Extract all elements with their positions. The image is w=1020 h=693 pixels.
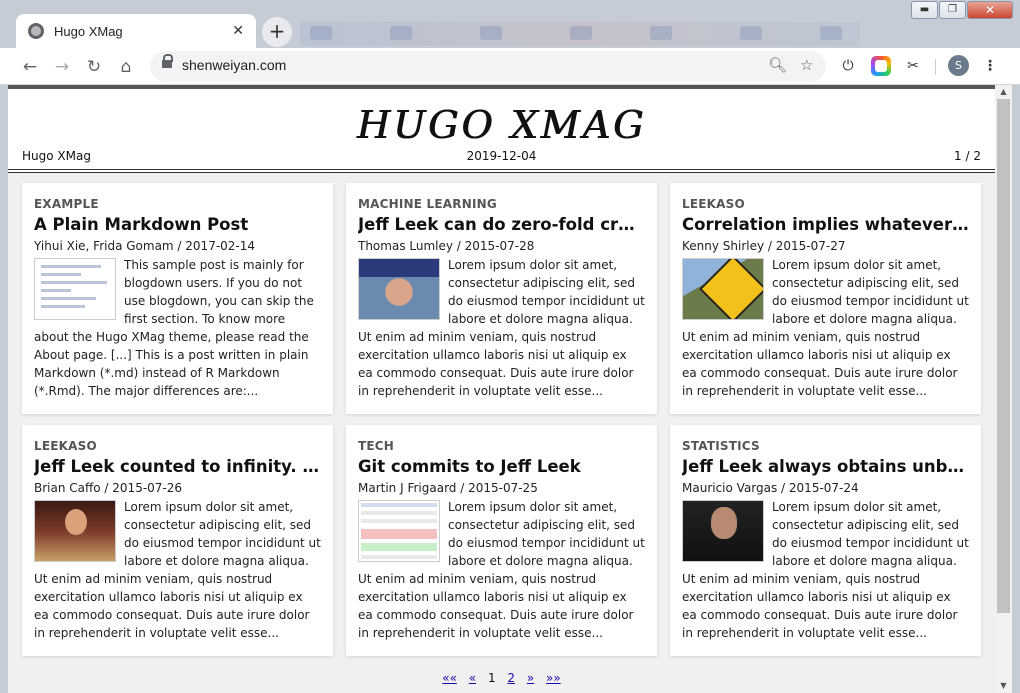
forward-icon[interactable]: → — [49, 54, 75, 80]
browser-toolbar: ← → ↻ ⌂ shenweiyan.com 🔍︎ ☆ ⏻ ✂ S ⋮ — [0, 48, 1020, 85]
extension-icon[interactable] — [871, 56, 891, 76]
site-date: 2019-12-04 — [466, 149, 537, 163]
post-thumbnail[interactable] — [34, 500, 116, 562]
post-byline: Thomas Lumley / 2015-07-28 — [358, 239, 535, 253]
power-icon[interactable]: ⏻ — [838, 56, 858, 76]
post-card: LEEKASO Correlation implies whatever Jef… — [670, 183, 981, 414]
post-card: STATISTICS Jeff Leek always obtains unbi… — [670, 425, 981, 656]
scissors-icon[interactable]: ✂ — [903, 56, 923, 76]
window-frame-left — [0, 85, 8, 693]
menu-icon[interactable]: ⋮ — [980, 56, 1000, 76]
avatar[interactable]: S — [948, 55, 969, 76]
post-category[interactable]: STATISTICS — [682, 439, 969, 453]
first-page-link[interactable]: «« — [442, 671, 457, 685]
browser-titlebar: Hugo XMag ✕ + ▬ ❐ ✕ — [0, 0, 1020, 48]
post-byline: Yihui Xie, Frida Gomam / 2017-02-14 — [34, 239, 256, 253]
site-logo[interactable]: HUGO XMAG — [8, 103, 995, 147]
post-title[interactable]: A Plain Markdown Post — [34, 215, 321, 234]
post-thumbnail[interactable] — [682, 258, 764, 320]
zoom-icon[interactable]: 🔍︎ — [768, 56, 787, 74]
post-title[interactable]: Jeff Leek counted to infinity. Twice. — [34, 457, 321, 476]
post-byline: Martin J Frigaard / 2015-07-25 — [358, 481, 538, 495]
globe-icon — [28, 23, 44, 39]
url-text[interactable]: shenweiyan.com — [182, 57, 286, 73]
post-byline: Brian Caffo / 2015-07-26 — [34, 481, 183, 495]
post-card: TECH Git commits to Jeff Leek Martin J F… — [346, 425, 657, 656]
address-bar[interactable]: shenweiyan.com 🔍︎ ☆ — [150, 51, 826, 81]
scroll-down-icon[interactable]: ▼ — [995, 679, 1012, 693]
window-frame-right — [1012, 85, 1020, 693]
next-page-link[interactable]: » — [527, 671, 534, 685]
lock-icon — [162, 54, 173, 71]
back-icon[interactable]: ← — [17, 54, 43, 80]
post-title[interactable]: Git commits to Jeff Leek — [358, 457, 645, 476]
star-icon[interactable]: ☆ — [800, 56, 813, 74]
window-controls: ▬ ❐ ✕ — [910, 1, 1013, 21]
toolbar-divider — [935, 59, 936, 75]
maximize-button[interactable]: ❐ — [939, 1, 966, 19]
post-thumbnail[interactable] — [358, 500, 440, 562]
page-2-link[interactable]: 2 — [507, 671, 515, 685]
post-category[interactable]: MACHINE LEARNING — [358, 197, 645, 211]
post-category[interactable]: TECH — [358, 439, 645, 453]
home-icon[interactable]: ⌂ — [113, 54, 139, 80]
post-category[interactable]: EXAMPLE — [34, 197, 321, 211]
browser-tab[interactable]: Hugo XMag ✕ — [16, 14, 256, 48]
tab-close-icon[interactable]: ✕ — [232, 23, 244, 39]
post-title[interactable]: Jeff Leek can do zero-fold cross-validat… — [358, 215, 645, 234]
current-page: 1 — [487, 671, 496, 685]
page-scrollbar[interactable]: ▲ ▼ — [995, 85, 1012, 693]
post-thumbnail[interactable] — [34, 258, 116, 320]
pagination: «« « 1 2 » »» — [8, 671, 995, 685]
close-window-button[interactable]: ✕ — [967, 1, 1013, 19]
post-card: MACHINE LEARNING Jeff Leek can do zero-f… — [346, 183, 657, 414]
post-category[interactable]: LEEKASO — [682, 197, 969, 211]
post-thumbnail[interactable] — [682, 500, 764, 562]
prev-page-link[interactable]: « — [469, 671, 476, 685]
reload-icon[interactable]: ↻ — [81, 54, 107, 80]
post-card: EXAMPLE A Plain Markdown Post Yihui Xie,… — [22, 183, 333, 414]
post-title[interactable]: Jeff Leek always obtains unbiased estima… — [682, 457, 969, 476]
post-byline: Kenny Shirley / 2015-07-27 — [682, 239, 846, 253]
new-tab-button[interactable]: + — [262, 17, 292, 47]
post-grid: EXAMPLE A Plain Markdown Post Yihui Xie,… — [8, 173, 995, 693]
post-byline: Mauricio Vargas / 2015-07-24 — [682, 481, 859, 495]
minimize-button[interactable]: ▬ — [911, 1, 938, 19]
post-title[interactable]: Correlation implies whatever Jeff Leek w… — [682, 215, 969, 234]
background-bookmarks-blur — [300, 22, 860, 46]
post-thumbnail[interactable] — [358, 258, 440, 320]
post-card: LEEKASO Jeff Leek counted to infinity. T… — [22, 425, 333, 656]
page-viewport: HUGO XMAG Hugo XMag 2019-12-04 1 / 2 EXA… — [8, 85, 995, 693]
post-category[interactable]: LEEKASO — [34, 439, 321, 453]
scroll-up-icon[interactable]: ▲ — [995, 85, 1012, 99]
page-indicator: 1 / 2 — [954, 149, 981, 163]
tab-title: Hugo XMag — [54, 23, 123, 39]
masthead: HUGO XMAG Hugo XMag 2019-12-04 1 / 2 — [8, 89, 995, 169]
scrollbar-thumb[interactable] — [997, 99, 1010, 613]
last-page-link[interactable]: »» — [546, 671, 561, 685]
